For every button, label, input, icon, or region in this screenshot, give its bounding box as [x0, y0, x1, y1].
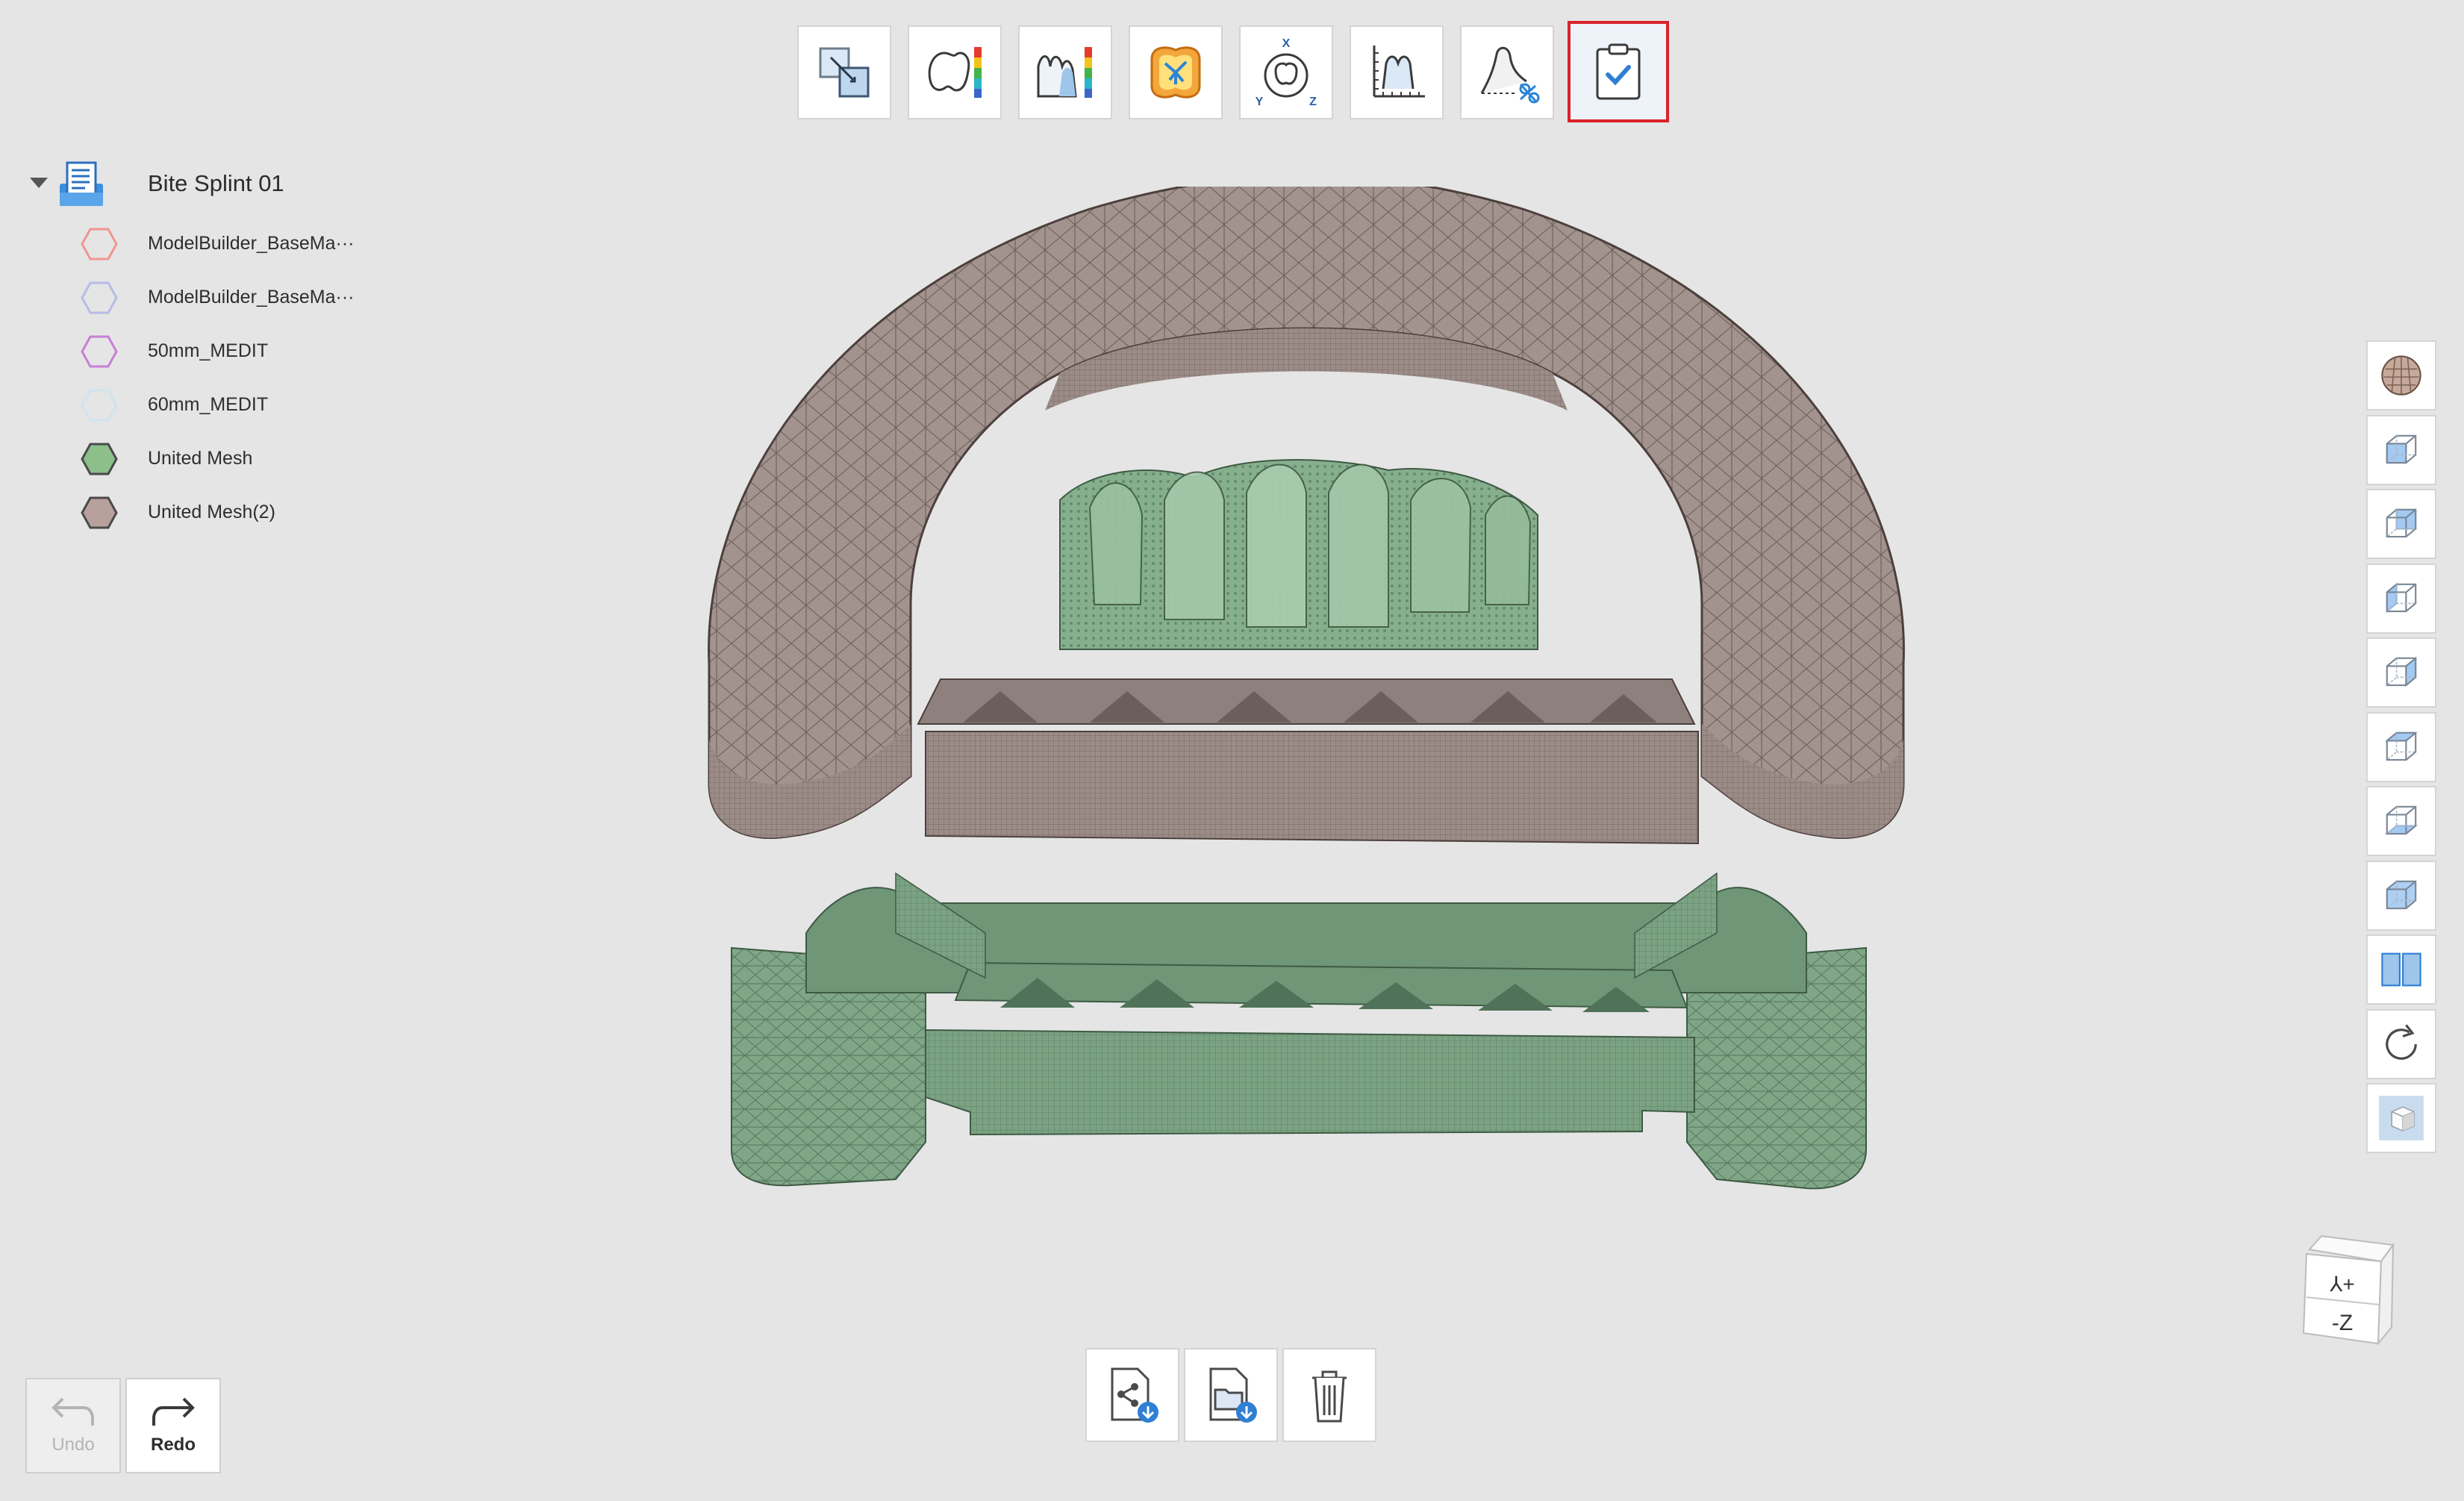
mesh-display-icon — [2381, 355, 2421, 396]
axis-rotation-icon: X Y Z — [1256, 37, 1317, 108]
svg-text:Z: Z — [1309, 96, 1317, 108]
tree-item-label: 60mm_MEDIT — [148, 394, 269, 415]
tree-item[interactable]: 60mm_MEDIT — [81, 385, 424, 427]
lower-model-mesh[interactable] — [731, 872, 1867, 1190]
collapse-caret-icon[interactable] — [30, 178, 48, 188]
bottom-view-button[interactable] — [2366, 786, 2436, 856]
undo-label: Undo — [52, 1435, 95, 1455]
visibility-hexagon-icon[interactable] — [81, 227, 118, 261]
section-deviation-button[interactable] — [1018, 25, 1112, 119]
right-view-icon — [2386, 656, 2417, 687]
undo-button[interactable]: Undo — [25, 1378, 121, 1473]
back-view-button[interactable] — [2366, 489, 2436, 559]
svg-text:Y: Y — [1256, 96, 1264, 108]
mesh-display-button[interactable] — [2366, 340, 2436, 411]
tree-item[interactable]: ModelBuilder_BaseMa··· — [81, 224, 424, 266]
open-folder-button[interactable] — [1184, 1348, 1278, 1442]
complete-button[interactable] — [1568, 21, 1669, 122]
delete-button[interactable] — [1282, 1348, 1376, 1442]
trim-button[interactable] — [1460, 25, 1554, 119]
axis-rotation-button[interactable]: X Y Z — [1239, 25, 1333, 119]
visibility-hexagon-icon[interactable] — [81, 334, 118, 369]
measure-button[interactable] — [1350, 25, 1444, 119]
reset-rotation-button[interactable] — [2366, 1008, 2436, 1079]
redo-label: Redo — [151, 1435, 196, 1455]
left-view-button[interactable] — [2366, 563, 2436, 634]
default-view-button[interactable] — [2366, 860, 2436, 931]
3d-viewport[interactable] — [672, 187, 1941, 1269]
solid-box-icon — [2379, 1096, 2424, 1140]
color-deviation-icon — [928, 47, 982, 98]
color-deviation-button[interactable] — [908, 25, 1002, 119]
occlusion-analysis-icon — [1150, 46, 1201, 99]
top-view-icon — [2384, 731, 2418, 761]
front-view-icon — [2386, 434, 2417, 464]
tree-item-label: United Mesh(2) — [148, 502, 275, 522]
tree-item[interactable]: United Mesh — [81, 439, 424, 481]
occlusion-analysis-button[interactable] — [1129, 25, 1223, 119]
visibility-hexagon-icon[interactable] — [81, 388, 118, 422]
visibility-hexagon-icon[interactable] — [81, 442, 118, 476]
tree-root-label: Bite Splint 01 — [148, 170, 284, 196]
left-view-icon — [2386, 582, 2417, 613]
tree-root-bite-splint[interactable]: Bite Splint 01 — [30, 155, 418, 212]
tree-item[interactable]: 50mm_MEDIT — [81, 331, 424, 373]
case-folder-icon — [60, 161, 103, 206]
tree-item-label: 50mm_MEDIT — [148, 340, 269, 361]
section-deviation-icon — [1037, 47, 1092, 98]
nav-cube-front-label: -Z — [2332, 1311, 2353, 1335]
default-view-icon — [2386, 880, 2417, 909]
trash-icon — [1312, 1370, 1347, 1423]
export-button[interactable] — [1085, 1348, 1179, 1442]
upper-model-teeth[interactable] — [1059, 459, 1538, 650]
align-models-icon — [819, 47, 870, 98]
solid-box-button[interactable] — [2366, 1083, 2436, 1153]
right-view-button[interactable] — [2366, 637, 2436, 708]
tree-item-label: United Mesh — [148, 448, 253, 469]
bottom-view-icon — [2384, 805, 2418, 835]
complete-check-icon — [1596, 43, 1641, 100]
tree-item-label: ModelBuilder_BaseMa··· — [148, 233, 355, 254]
tree-item[interactable]: ModelBuilder_BaseMa··· — [81, 278, 424, 319]
visibility-hexagon-icon[interactable] — [81, 496, 118, 530]
top-view-button[interactable] — [2366, 711, 2436, 782]
trim-icon — [1480, 46, 1540, 104]
tree-item[interactable]: United Mesh(2) — [81, 493, 424, 534]
split-view-button[interactable] — [2366, 934, 2436, 1005]
measure-icon — [1373, 46, 1425, 98]
back-view-icon — [2386, 508, 2417, 538]
redo-arrow-icon — [152, 1397, 195, 1426]
tree-item-label: ModelBuilder_BaseMa··· — [148, 287, 355, 308]
open-folder-icon — [1209, 1367, 1257, 1423]
undo-arrow-icon — [52, 1397, 94, 1426]
front-view-button[interactable] — [2366, 414, 2436, 485]
visibility-hexagon-icon[interactable] — [81, 281, 118, 315]
redo-button[interactable]: Redo — [125, 1378, 221, 1473]
svg-text:X: X — [1282, 37, 1291, 50]
export-share-icon — [1111, 1367, 1158, 1423]
split-view-icon — [2381, 952, 2421, 987]
nav-cube-top-label: ⅄+ — [2329, 1273, 2354, 1296]
navigation-cube[interactable]: ⅄+ -Z — [2299, 1232, 2404, 1358]
align-models-button[interactable] — [797, 25, 891, 119]
reset-rotation-icon — [2386, 1023, 2417, 1060]
